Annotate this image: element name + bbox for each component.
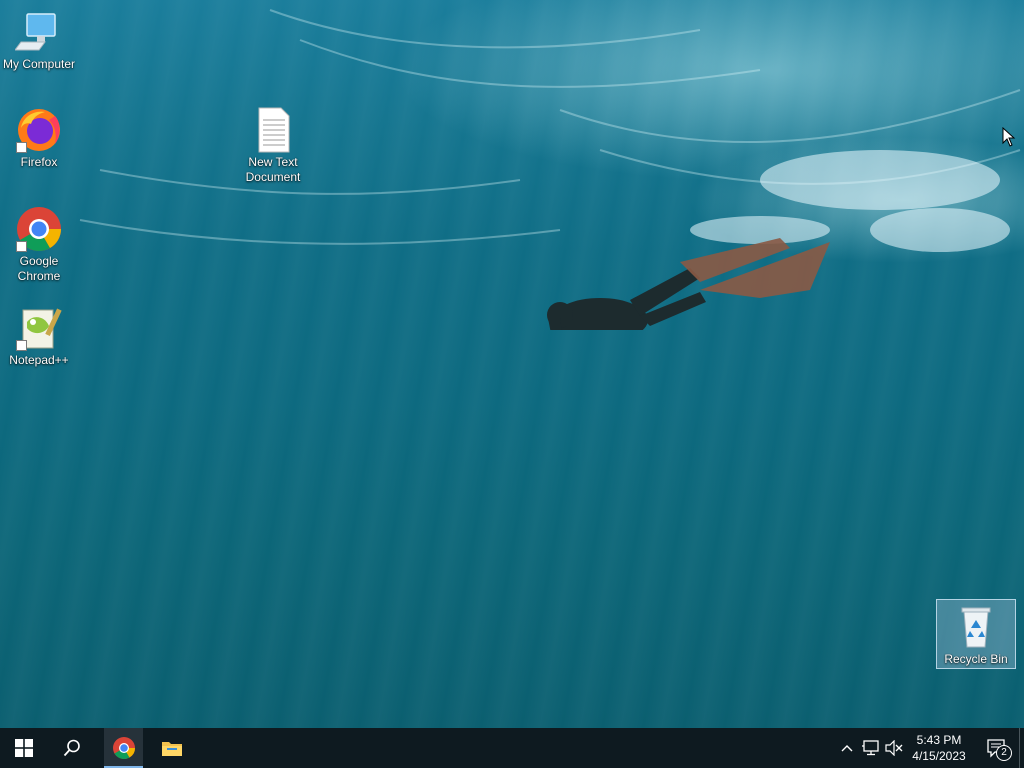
desktop-icon-label: My Computer [2, 57, 76, 71]
clock-time: 5:43 PM [916, 733, 962, 747]
desktop-icon-label: Notepad++ [9, 353, 69, 367]
desktop[interactable]: My Computer Firefox Google Chrome Notepa… [0, 0, 1024, 728]
volume-button[interactable] [883, 728, 905, 768]
desktop-icon-my-computer[interactable]: My Computer [0, 8, 78, 72]
shortcut-arrow-icon [16, 340, 27, 351]
mouse-pointer-icon [1002, 127, 1016, 147]
desktop-icon-firefox[interactable]: Firefox [0, 106, 78, 170]
folder-icon [162, 742, 182, 756]
taskbar: 5:43 PM 4/15/2023 2 [0, 728, 1024, 768]
taskbar-app-file-explorer[interactable] [152, 728, 192, 768]
desktop-icon-recycle-bin[interactable]: Recycle Bin [936, 599, 1016, 669]
recycle-bin-icon [952, 603, 1000, 651]
desktop-icon-label: Recycle Bin [944, 652, 1008, 666]
desktop-icon-notepadpp[interactable]: Notepad++ [0, 304, 78, 368]
chrome-icon [15, 205, 63, 253]
desktop-icon-label: Firefox [20, 155, 58, 169]
chevron-up-icon [841, 745, 853, 752]
desktop-icon-label: Google Chrome [17, 254, 61, 283]
windows-logo-icon [15, 739, 33, 757]
chrome-icon [112, 737, 135, 759]
shortcut-arrow-icon [16, 241, 27, 252]
search-icon [63, 739, 80, 757]
desktop-icon-new-text-document[interactable]: New Text Document [234, 106, 312, 185]
notification-count-badge: 2 [996, 745, 1012, 761]
wallpaper-light-rays [0, 0, 1024, 728]
wallpaper-underwater-scene [79, 9, 1021, 330]
speaker-muted-icon [885, 740, 903, 756]
network-icon [862, 740, 879, 756]
text-document-icon [249, 106, 297, 154]
firefox-icon [15, 106, 63, 154]
notepadpp-icon [15, 304, 63, 352]
search-button[interactable] [48, 728, 96, 768]
network-button[interactable] [859, 728, 883, 768]
clock-date: 4/15/2023 [912, 749, 966, 763]
action-center-button[interactable]: 2 [978, 728, 1016, 768]
desktop-icon-label: New Text Document [245, 155, 301, 184]
clock[interactable]: 5:43 PM 4/15/2023 [907, 728, 971, 768]
show-desktop-divider[interactable] [1019, 728, 1020, 768]
start-button[interactable] [0, 728, 48, 768]
show-hidden-icons-button[interactable] [836, 728, 858, 768]
desktop-icon-google-chrome[interactable]: Google Chrome [0, 205, 78, 284]
taskbar-app-chrome[interactable] [104, 728, 143, 768]
computer-icon [14, 8, 63, 56]
shortcut-arrow-icon [16, 142, 27, 153]
